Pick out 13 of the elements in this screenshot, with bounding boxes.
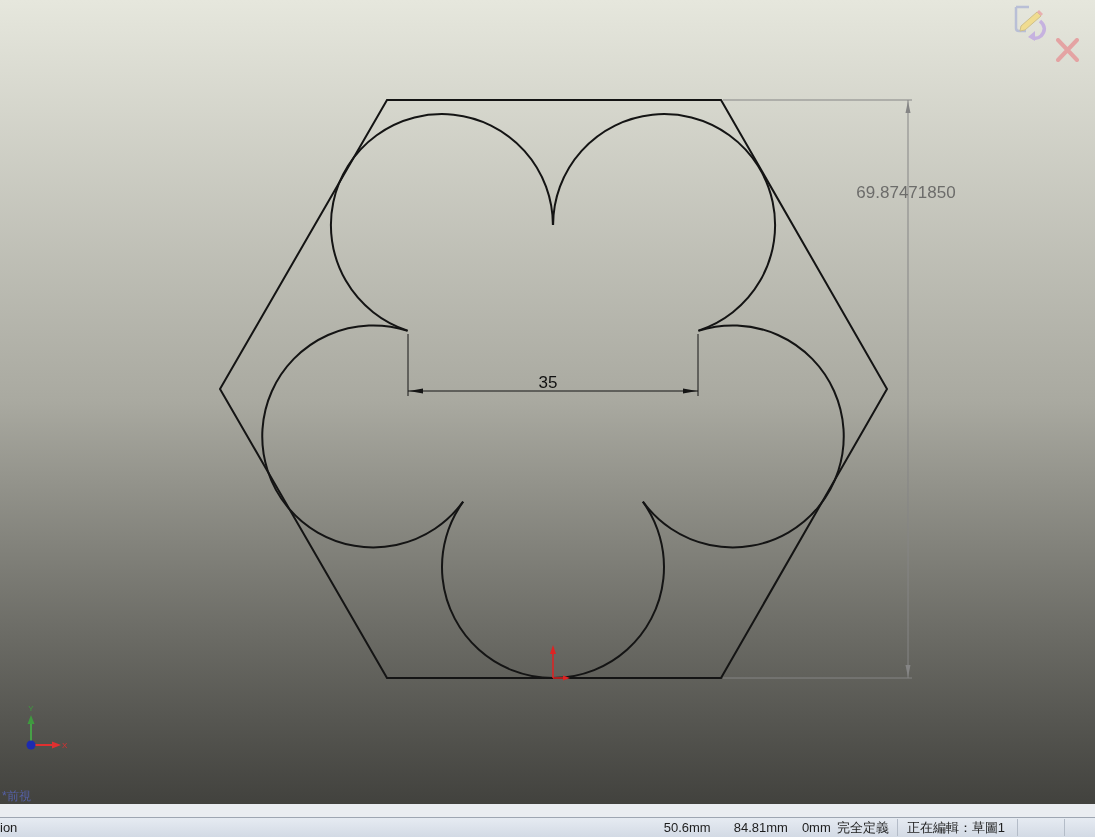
axis-triad-icon [26,715,61,750]
sketch-state: 完全定義 [836,818,889,837]
pencil-document-icon[interactable] [1013,4,1049,42]
z-coordinate: 0mm [801,818,831,837]
dimension-value[interactable]: 35 [538,373,558,392]
x-coordinate: 50.6mm [663,818,711,837]
origin-icon [550,645,570,681]
y-coordinate: 84.81mm [733,818,788,837]
status-message: ion [0,818,18,837]
axis-label: X [62,741,68,750]
close-icon[interactable] [1056,38,1079,62]
editing-status: 正在編輯：草圖1 [906,818,1005,837]
view-name: *前視 [2,789,31,803]
